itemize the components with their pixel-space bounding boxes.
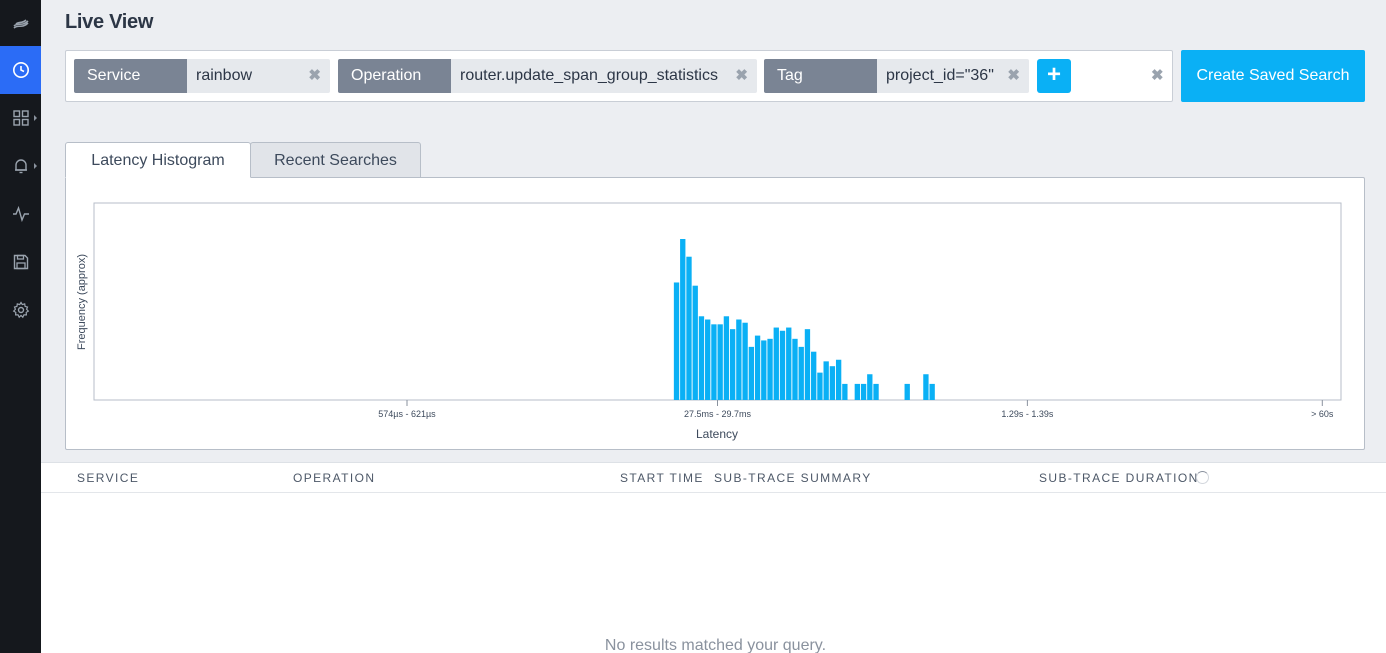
- column-header-sub-trace-duration[interactable]: SUB-TRACE DURATION: [1039, 471, 1199, 485]
- filter-chip-operation: Operation router.update_span_group_stati…: [338, 59, 757, 93]
- histogram-bar[interactable]: [723, 316, 730, 400]
- histogram-bar[interactable]: [736, 319, 742, 401]
- histogram-bar[interactable]: [692, 285, 698, 400]
- sidebar-item-settings[interactable]: [0, 286, 41, 334]
- column-header-operation[interactable]: OPERATION: [293, 471, 375, 485]
- histogram-bar[interactable]: [923, 374, 929, 400]
- loading-spinner-icon: [1196, 471, 1209, 484]
- histogram-bar[interactable]: [823, 361, 829, 400]
- histogram-bar[interactable]: [779, 330, 786, 400]
- histogram-bar[interactable]: [705, 319, 711, 401]
- expand-caret-icon: [34, 163, 37, 169]
- histogram-bar[interactable]: [867, 374, 873, 400]
- histogram-bar[interactable]: [717, 324, 723, 400]
- sidebar-item-dashboards[interactable]: [0, 94, 41, 142]
- filter-chip-service: Service rainbow ✖: [74, 59, 330, 93]
- x-tick-label: > 60s: [1311, 409, 1334, 419]
- chip-key[interactable]: Service: [74, 59, 187, 93]
- remove-chip-icon[interactable]: ✖: [735, 59, 748, 93]
- logo-icon[interactable]: [0, 0, 41, 48]
- column-header-start-time[interactable]: START TIME: [620, 471, 704, 485]
- chip-value[interactable]: router.update_span_group_statistics ✖: [451, 59, 757, 93]
- latency-histogram-panel: 574µs - 621µs 27.5ms - 29.7ms 1.29s - 1.39…: [65, 177, 1365, 450]
- chip-key[interactable]: Operation: [338, 59, 451, 93]
- tab-latency-histogram[interactable]: Latency Histogram: [65, 142, 251, 178]
- column-header-sub-trace-summary[interactable]: SUB-TRACE SUMMARY: [714, 471, 872, 485]
- histogram-bar[interactable]: [711, 324, 717, 400]
- add-filter-button[interactable]: +: [1037, 59, 1071, 93]
- histogram-bar[interactable]: [698, 316, 705, 400]
- histogram-bar[interactable]: [767, 338, 773, 400]
- remove-chip-icon[interactable]: ✖: [308, 59, 321, 93]
- histogram-bar[interactable]: [792, 338, 798, 400]
- activity-icon: [12, 205, 29, 223]
- x-axis-label: Latency: [696, 427, 738, 441]
- chip-value[interactable]: project_id="36" ✖: [877, 59, 1029, 93]
- latency-histogram-chart[interactable]: 574µs - 621µs 27.5ms - 29.7ms 1.29s - 1.39…: [66, 178, 1366, 451]
- histogram-bar[interactable]: [729, 329, 736, 400]
- histogram-bar[interactable]: [686, 256, 692, 400]
- histogram-bar[interactable]: [761, 340, 767, 400]
- histogram-bar[interactable]: [860, 383, 867, 400]
- expand-caret-icon: [34, 115, 37, 121]
- histogram-bar[interactable]: [829, 366, 836, 400]
- histogram-bar[interactable]: [929, 383, 935, 400]
- histogram-bar[interactable]: [786, 327, 792, 400]
- column-header-service[interactable]: SERVICE: [77, 471, 139, 485]
- histogram-bar[interactable]: [842, 383, 848, 400]
- results-table: SERVICE OPERATION START TIME SUB-TRACE S…: [41, 462, 1386, 653]
- x-tick-label: 1.29s - 1.39s: [1001, 409, 1054, 419]
- clear-search-icon[interactable]: ✖: [1151, 59, 1164, 93]
- chip-value[interactable]: rainbow ✖: [187, 59, 330, 93]
- tab-recent-searches[interactable]: Recent Searches: [250, 142, 421, 178]
- dashboard-grid-icon: [12, 110, 29, 126]
- y-axis-label: Frequency (approx): [76, 254, 88, 350]
- page-title: Live View: [65, 11, 154, 33]
- chip-key[interactable]: Tag: [764, 59, 877, 93]
- gear-icon: [12, 301, 29, 319]
- sidebar-item-alerts[interactable]: [0, 142, 41, 190]
- histogram-bar[interactable]: [804, 329, 811, 400]
- sidebar-item-saved[interactable]: [0, 238, 41, 286]
- clock-icon: [12, 62, 29, 78]
- histogram-bar[interactable]: [773, 327, 779, 400]
- histogram-bar[interactable]: [748, 346, 755, 400]
- histogram-bar[interactable]: [742, 322, 748, 400]
- search-bar[interactable]: Service rainbow ✖ Operation router.updat…: [65, 50, 1173, 102]
- empty-results-message: No results matched your query.: [604, 637, 827, 653]
- bell-icon: [14, 159, 27, 174]
- save-icon: [13, 254, 28, 270]
- histogram-bar[interactable]: [673, 282, 680, 400]
- histogram-bar[interactable]: [798, 346, 804, 400]
- x-tick-label: 27.5ms - 29.7ms: [684, 409, 752, 419]
- chip-value-text: router.update_span_group_statistics: [460, 67, 718, 84]
- sidebar: [0, 0, 41, 653]
- remove-chip-icon[interactable]: ✖: [1007, 59, 1020, 93]
- histogram-bar[interactable]: [817, 372, 823, 400]
- histogram-bar[interactable]: [754, 335, 761, 400]
- chip-value-text: project_id="36": [886, 67, 994, 84]
- histogram-bar[interactable]: [835, 359, 842, 400]
- histogram-bar[interactable]: [854, 383, 860, 400]
- x-tick-label: 574µs - 621µs: [378, 409, 436, 419]
- sidebar-item-activity[interactable]: [0, 190, 41, 238]
- histogram-bar[interactable]: [873, 383, 879, 400]
- sidebar-item-live-view[interactable]: [0, 46, 41, 94]
- histogram-bar[interactable]: [680, 239, 686, 400]
- divider: [41, 492, 1386, 493]
- histogram-bar[interactable]: [904, 383, 910, 400]
- histogram-bar[interactable]: [811, 351, 817, 400]
- chip-value-text: rainbow: [196, 67, 253, 84]
- create-saved-search-button[interactable]: Create Saved Search: [1181, 50, 1365, 102]
- filter-chip-tag: Tag project_id="36" ✖: [764, 59, 1029, 93]
